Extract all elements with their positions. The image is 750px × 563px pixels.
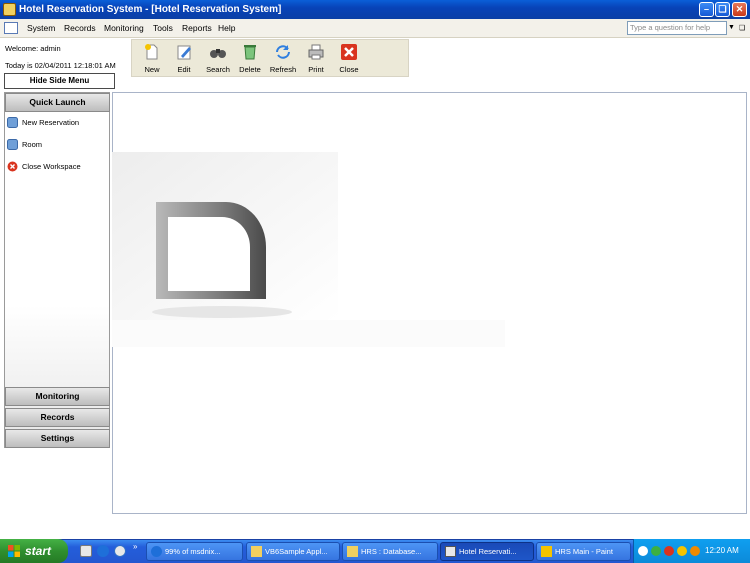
window-icon [445, 546, 456, 557]
taskbar-item-vb6sample[interactable]: VB6Sample Appl... [246, 542, 340, 561]
printer-icon [308, 44, 324, 60]
hide-side-menu-button[interactable]: Hide Side Menu [4, 73, 115, 89]
monitoring-section-button[interactable]: Monitoring [5, 387, 110, 406]
close-window-button[interactable]: ✕ [732, 2, 747, 17]
form-icon [7, 139, 18, 150]
close-x-icon [341, 44, 357, 60]
ie-icon [151, 546, 162, 557]
close-circle-icon [7, 161, 18, 172]
background-logo-image [112, 152, 505, 347]
new-document-icon [145, 44, 158, 60]
tray-network-icon[interactable] [651, 546, 661, 556]
menu-records[interactable]: Records [64, 23, 96, 33]
folder-icon [251, 546, 262, 557]
paint-icon [541, 546, 552, 557]
recycle-bin-icon [244, 45, 256, 60]
clock: 12:20 AM [705, 546, 739, 555]
tray-security-icon[interactable] [664, 546, 674, 556]
refresh-arrows-icon [276, 45, 290, 59]
window-title: Hotel Reservation System - [Hotel Reserv… [19, 4, 282, 15]
quicklaunch-app-icon[interactable] [114, 545, 126, 557]
menu-tools[interactable]: Tools [153, 23, 173, 33]
tray-app-icon[interactable] [677, 546, 687, 556]
mdi-child-icon[interactable] [4, 22, 18, 34]
mdi-restore-icon[interactable]: ❏ [739, 24, 745, 32]
menu-reports[interactable]: Reports [182, 23, 212, 33]
taskbar-item-hotel-reservation[interactable]: Hotel Reservati... [440, 542, 534, 561]
refresh-button[interactable]: Refresh [266, 41, 300, 77]
show-desktop-icon[interactable] [80, 545, 92, 557]
quick-launch-header[interactable]: Quick Launch [5, 93, 110, 112]
menu-monitoring[interactable]: Monitoring [104, 23, 144, 33]
new-button[interactable]: New [135, 41, 169, 77]
sidebar-item-room[interactable]: Room [7, 139, 42, 153]
quicklaunch-more-icon[interactable]: » [133, 542, 137, 551]
internet-explorer-icon[interactable] [97, 545, 109, 557]
tray-chevron-icon[interactable] [638, 546, 648, 556]
sidebar-item-close-workspace[interactable]: Close Workspace [7, 161, 81, 175]
taskbar-item-msdn[interactable]: 99% of msdnix... [146, 542, 243, 561]
title-bar[interactable]: Hotel Reservation System - [Hotel Reserv… [0, 0, 750, 19]
records-section-button[interactable]: Records [5, 408, 110, 427]
binoculars-icon [210, 49, 226, 58]
tray-update-icon[interactable] [690, 546, 700, 556]
app-house-icon [3, 3, 16, 16]
menu-help[interactable]: Help [218, 23, 235, 33]
date-label: Today is 02/04/2011 12:18:01 AM [5, 61, 116, 70]
sidebar-item-new-reservation[interactable]: New Reservation [7, 117, 79, 131]
taskbar-item-paint[interactable]: HRS Main - Paint [536, 542, 631, 561]
close-button[interactable]: Close [332, 41, 366, 77]
print-button[interactable]: Print [299, 41, 333, 77]
edit-button[interactable]: Edit [167, 41, 201, 77]
help-dropdown-arrow-icon[interactable]: ▼ [728, 24, 735, 31]
taskbar-item-hrs-database[interactable]: HRS : Database... [342, 542, 438, 561]
help-search-input[interactable]: Type a question for help [627, 21, 727, 35]
welcome-label: Welcome: admin [5, 44, 61, 53]
restore-button[interactable]: ❏ [715, 2, 730, 17]
windows-flag-icon [8, 545, 20, 557]
delete-button[interactable]: Delete [233, 41, 267, 77]
search-button[interactable]: Search [201, 41, 235, 77]
house-icon [347, 546, 358, 557]
minimize-button[interactable]: – [699, 2, 714, 17]
menu-system[interactable]: System [27, 23, 55, 33]
edit-pencil-icon [177, 45, 191, 60]
form-icon [7, 117, 18, 128]
start-button[interactable]: start [0, 539, 68, 563]
settings-section-button[interactable]: Settings [5, 429, 110, 448]
